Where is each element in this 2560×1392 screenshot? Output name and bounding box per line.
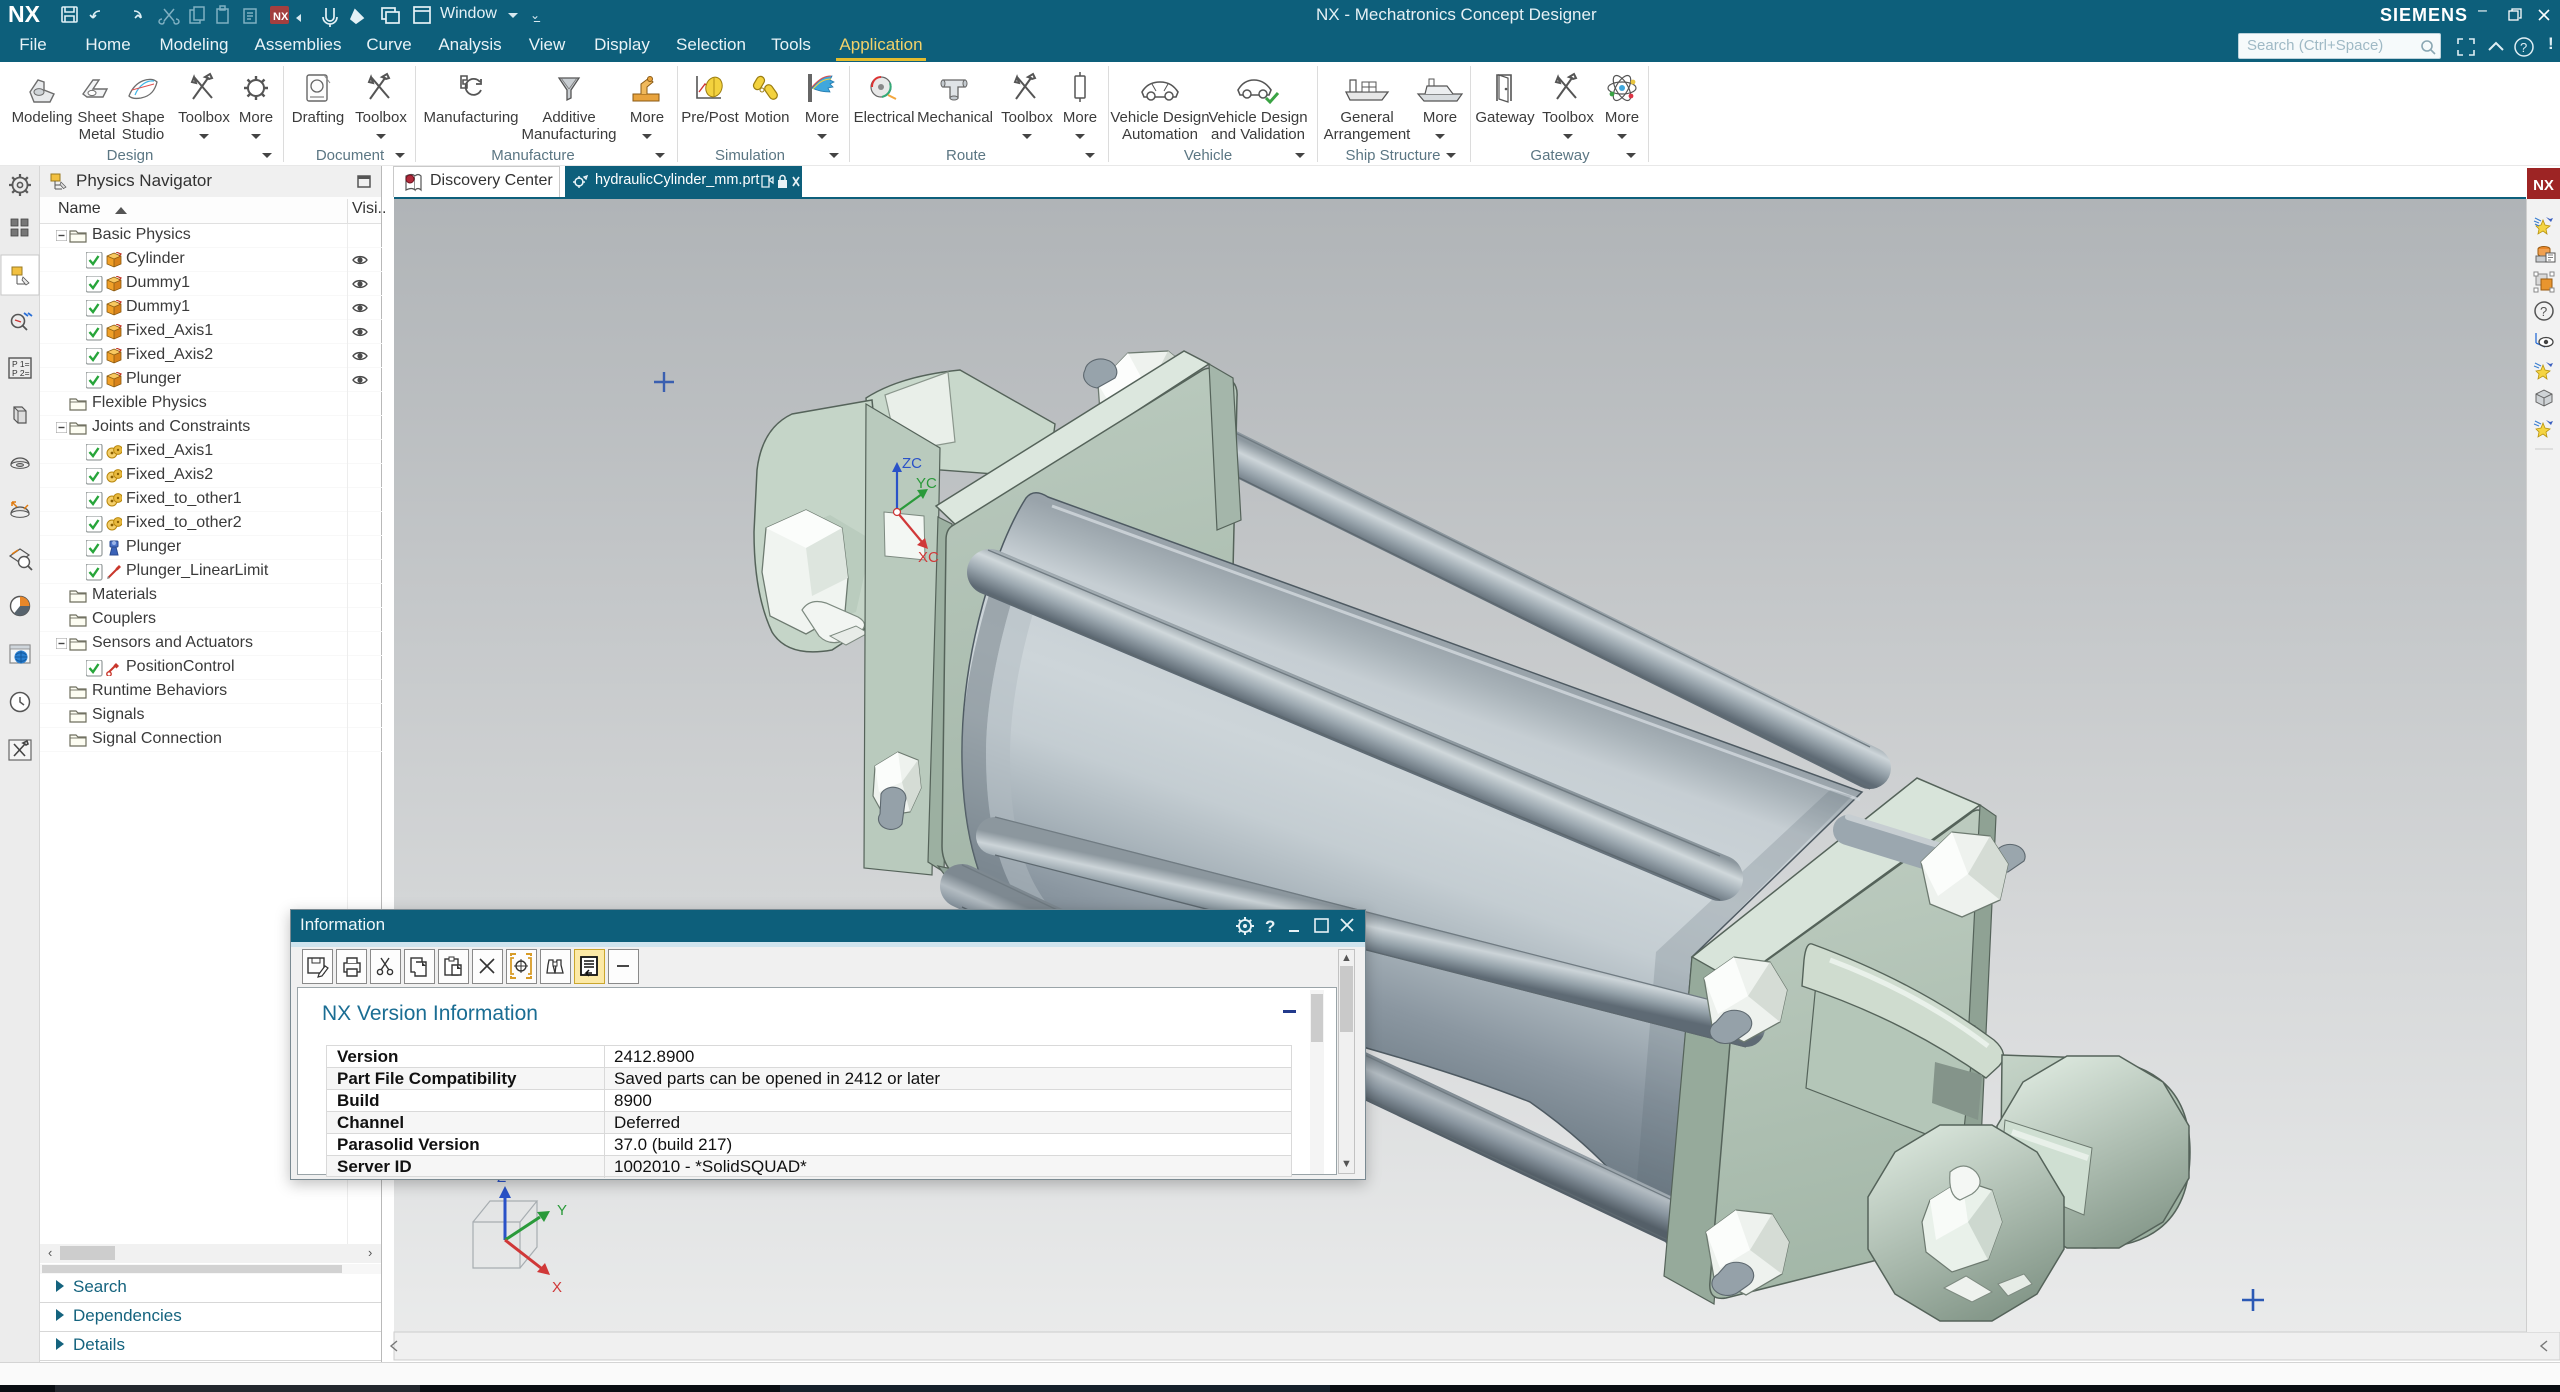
svg-text:ZC: ZC	[902, 455, 922, 472]
svg-text:YC: YC	[916, 475, 937, 492]
svg-text:P 2=: P 2=	[12, 368, 30, 378]
svg-text:X: X	[552, 1279, 562, 1296]
svg-text:?: ?	[1265, 917, 1275, 936]
svg-text:Y: Y	[557, 1202, 567, 1219]
svg-text:XC: XC	[918, 549, 939, 566]
svg-text:?: ?	[2540, 304, 2547, 319]
